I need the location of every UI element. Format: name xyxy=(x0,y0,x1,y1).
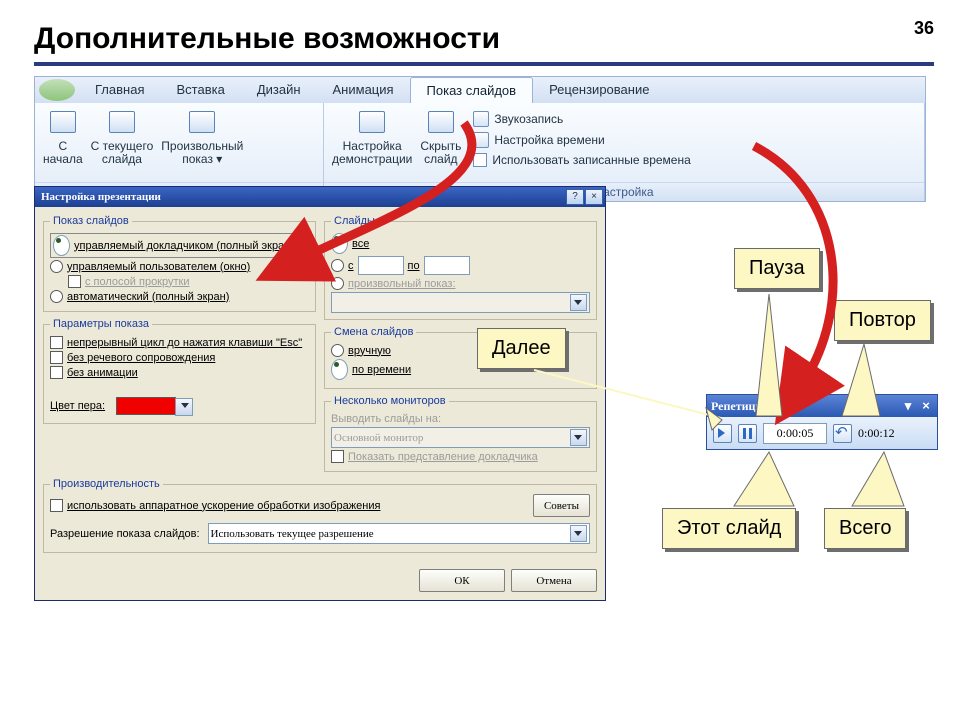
ribbon: Главная Вставка Дизайн Анимация Показ сл… xyxy=(34,76,926,202)
checkbox-no-narration[interactable] xyxy=(50,351,63,364)
custom-show-select xyxy=(331,292,590,313)
setup-show-dialog: Настройка презентации ? × Показ слайдов … xyxy=(34,186,606,601)
radio-browsed[interactable] xyxy=(50,260,63,273)
page-title: Дополнительные возможности xyxy=(34,22,934,56)
radio-presenter[interactable] xyxy=(53,235,70,256)
radio-timings[interactable] xyxy=(331,359,348,380)
tab-home[interactable]: Главная xyxy=(79,77,160,103)
close-icon[interactable]: × xyxy=(919,399,933,413)
next-icon[interactable] xyxy=(713,424,732,443)
pen-color-swatch[interactable] xyxy=(116,397,176,415)
checkbox-loop[interactable] xyxy=(50,336,63,349)
legend-monitors: Несколько мониторов xyxy=(331,395,449,407)
record-narration[interactable]: Звукозапись xyxy=(473,111,690,127)
pause-icon[interactable] xyxy=(738,424,757,443)
office-button[interactable] xyxy=(39,79,75,101)
slide-time: 0:00:05 xyxy=(763,423,827,444)
audio-icon xyxy=(473,111,489,127)
legend-show: Показ слайдов xyxy=(50,215,132,227)
tab-slideshow[interactable]: Показ слайдов xyxy=(410,77,534,103)
to-spin[interactable] xyxy=(424,256,470,275)
legend-change: Смена слайдов xyxy=(331,326,416,338)
callout-next: Далее xyxy=(477,328,566,369)
legend-slides: Слайды xyxy=(331,215,378,227)
callout-repeat: Повтор xyxy=(834,300,931,341)
total-time: 0:00:12 xyxy=(858,426,895,441)
tab-design[interactable]: Дизайн xyxy=(241,77,317,103)
tab-animation[interactable]: Анимация xyxy=(317,77,410,103)
clock-icon xyxy=(473,132,489,148)
checkbox-hw-accel[interactable] xyxy=(50,499,63,512)
from-spin[interactable] xyxy=(358,256,404,275)
minimize-icon[interactable]: ▾ xyxy=(901,399,915,413)
dialog-title: Настройка презентации xyxy=(41,191,161,203)
close-button[interactable]: × xyxy=(585,189,603,205)
setup-show-button[interactable]: Настройка демонстрации xyxy=(328,107,416,166)
checkbox-scroll xyxy=(68,275,81,288)
rehearse-timings[interactable]: Настройка времени xyxy=(473,132,690,148)
resolution-select[interactable]: Использовать текущее разрешение xyxy=(208,523,590,544)
ribbon-tabs: Главная Вставка Дизайн Анимация Показ сл… xyxy=(35,77,925,103)
rehearsal-toolbar: Репетиция ▾ × 0:00:05 0:00:12 xyxy=(706,394,938,450)
from-current-button[interactable]: С текущего слайда xyxy=(87,107,158,166)
callout-pause: Пауза xyxy=(734,248,820,289)
ok-button[interactable]: ОК xyxy=(419,569,505,592)
legend-params: Параметры показа xyxy=(50,318,152,330)
checkbox-icon xyxy=(473,153,487,167)
repeat-icon[interactable] xyxy=(833,424,852,443)
radio-custom-show xyxy=(331,277,344,290)
custom-show-button[interactable]: Произвольный показ ▾ xyxy=(157,107,247,166)
advice-button[interactable]: Советы xyxy=(533,494,590,517)
rehearsal-title: Репетиция xyxy=(711,399,769,414)
cancel-button[interactable]: Отмена xyxy=(511,569,597,592)
help-button[interactable]: ? xyxy=(566,189,584,205)
legend-perf: Производительность xyxy=(50,478,163,490)
radio-manual[interactable] xyxy=(331,344,344,357)
callout-total: Всего xyxy=(824,508,906,549)
radio-kiosk[interactable] xyxy=(50,290,63,303)
tab-insert[interactable]: Вставка xyxy=(160,77,240,103)
callout-this-slide: Этот слайд xyxy=(662,508,796,549)
tab-review[interactable]: Рецензирование xyxy=(533,77,665,103)
hide-slide-button[interactable]: Скрыть слайд xyxy=(416,107,465,166)
monitor-select: Основной монитор xyxy=(331,427,590,448)
radio-range[interactable] xyxy=(331,259,344,272)
from-beginning-button[interactable]: С начала xyxy=(39,107,87,166)
page-number: 36 xyxy=(914,18,934,39)
radio-all-slides[interactable] xyxy=(331,233,348,254)
divider xyxy=(34,62,934,66)
use-rehearsed-timings[interactable]: Использовать записанные времена xyxy=(473,153,690,167)
checkbox-presenter-view xyxy=(331,450,344,463)
checkbox-no-animation[interactable] xyxy=(50,366,63,379)
